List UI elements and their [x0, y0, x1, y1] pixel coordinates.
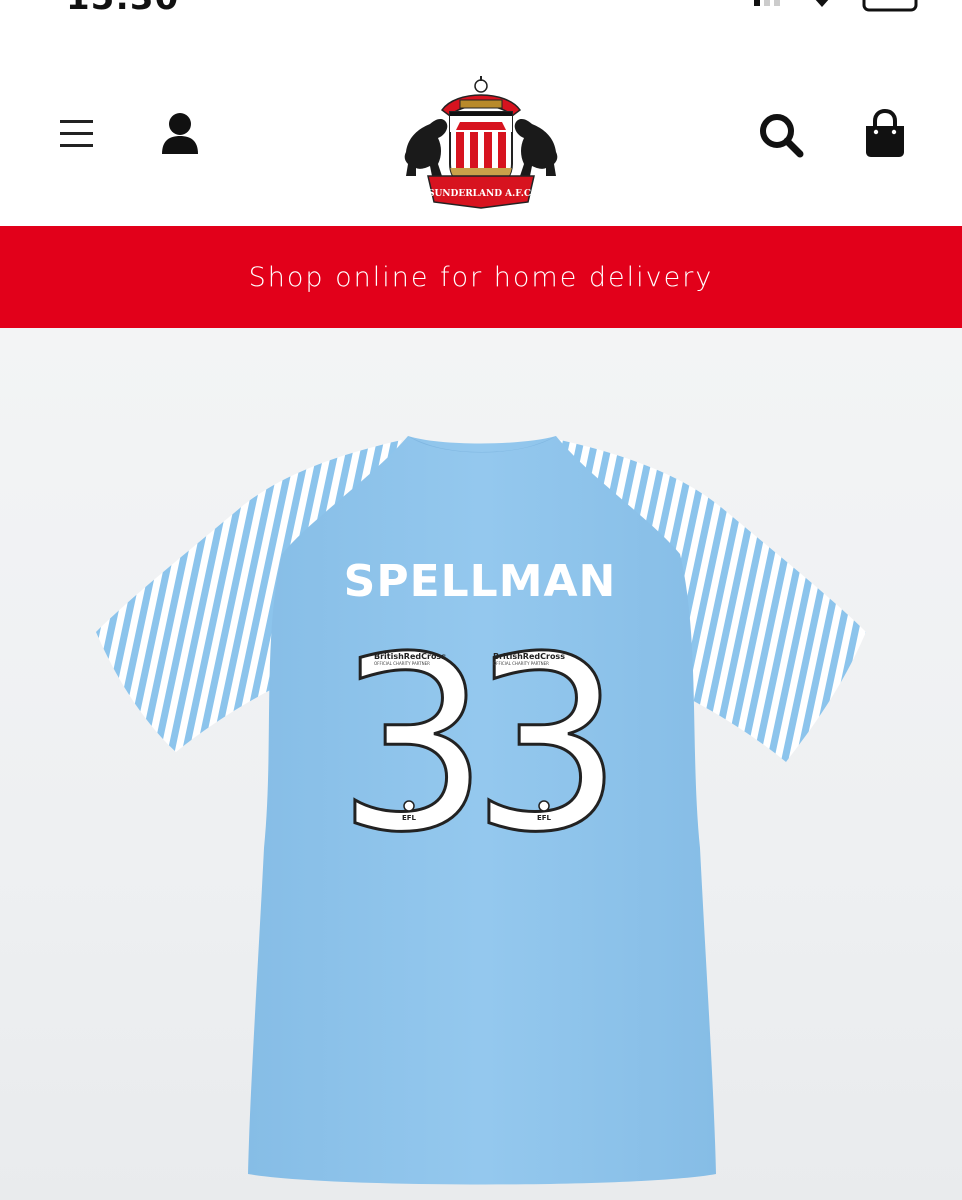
shopping-bag-icon: [866, 108, 904, 157]
efl-badge-icon: [538, 800, 550, 812]
club-crest-logo[interactable]: SUNDERLAND A.F.C.: [398, 72, 564, 212]
status-time: 15:30: [66, 0, 179, 14]
sponsor-text-left: BritishRedCross: [374, 652, 446, 661]
menu-button[interactable]: [58, 114, 98, 154]
player-name: SPELLMAN: [344, 556, 617, 607]
sponsor-sub-right: OFFICIAL CHARITY PARTNER: [493, 661, 549, 666]
efl-badge-icon: [403, 800, 415, 812]
lion-right-icon: [514, 118, 558, 176]
account-button[interactable]: [156, 110, 204, 158]
hamburger-menu-icon: [60, 120, 93, 147]
crest-banner-text: SUNDERLAND A.F.C.: [428, 189, 534, 199]
search-button[interactable]: [756, 110, 808, 162]
sponsor-sub-left: OFFICIAL CHARITY PARTNER: [374, 661, 430, 666]
signal-icon: [754, 0, 780, 6]
shirt-number-digit-left: 3: [337, 605, 490, 885]
sponsor-text-right: BritishRedCross: [493, 652, 565, 661]
shopping-bag-button[interactable]: [860, 108, 910, 160]
wifi-icon: [815, 0, 829, 7]
shirt-back-image: SPELLMAN 3 3 BritishRedCross OFFICIAL CH…: [96, 436, 866, 1185]
league-badge-left: EFL: [402, 814, 417, 822]
product-image-area[interactable]: SPELLMAN 3 3 BritishRedCross OFFICIAL CH…: [0, 328, 962, 1200]
shirt-number-digit-right: 3: [471, 605, 624, 885]
status-bar: 15:30: [0, 0, 962, 14]
league-badge-right: EFL: [537, 814, 552, 822]
promo-text: Shop online for home delivery: [248, 261, 714, 293]
user-icon: [162, 113, 198, 154]
status-icons: [754, 0, 918, 12]
battery-icon: [862, 0, 918, 12]
lion-left-icon: [404, 118, 448, 176]
promo-banner[interactable]: Shop online for home delivery: [0, 226, 962, 328]
site-header: SUNDERLAND A.F.C.: [0, 14, 962, 226]
search-icon: [760, 114, 804, 158]
